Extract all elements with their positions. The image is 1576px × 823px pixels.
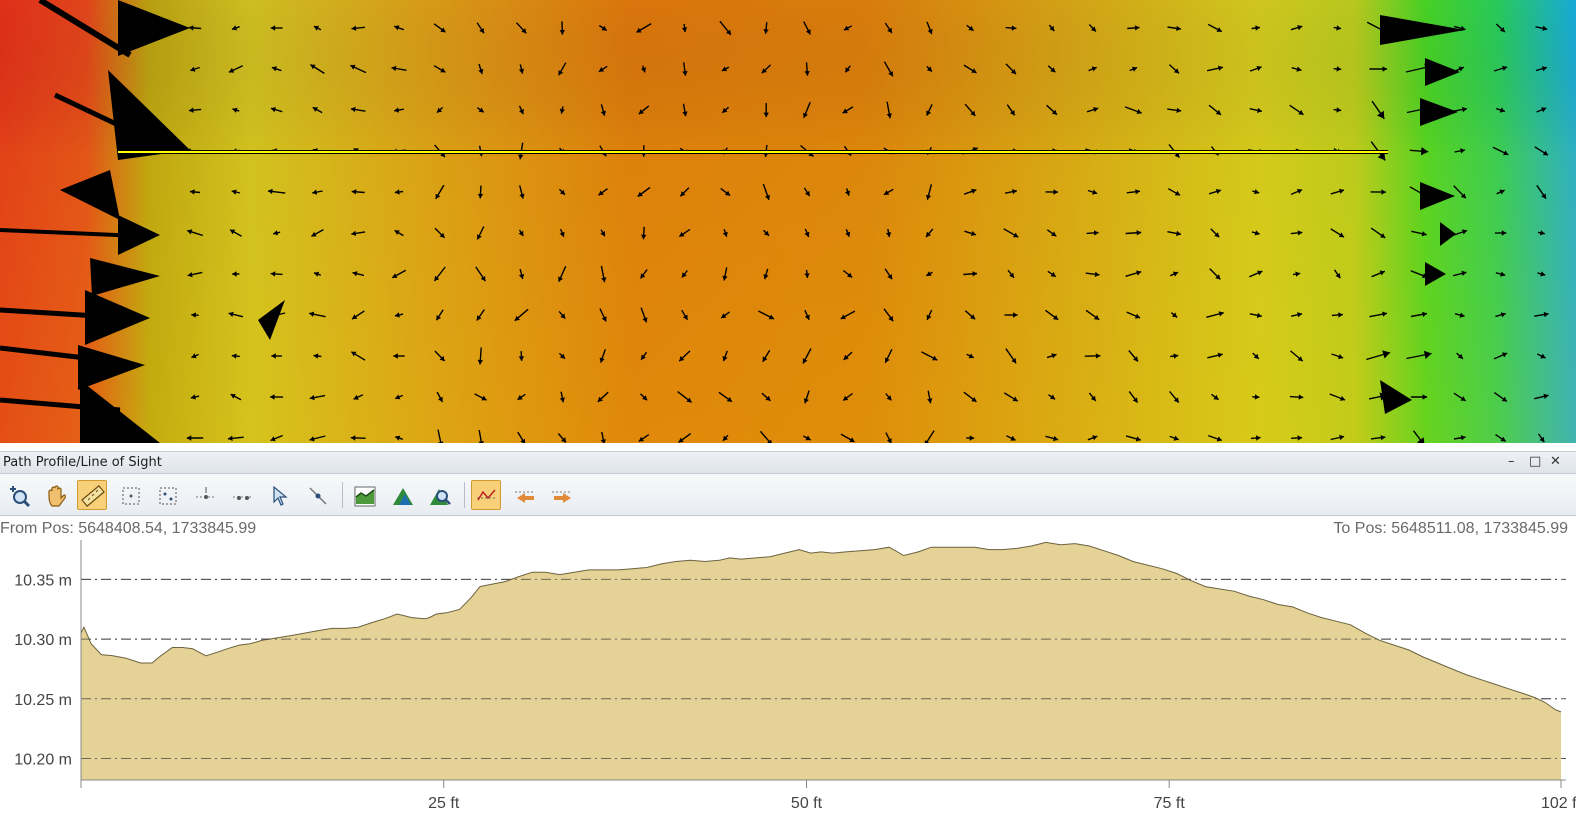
- select-rect-icon: [119, 484, 143, 508]
- profile-fill: [81, 542, 1561, 780]
- line-of-sight-icon: [428, 484, 452, 508]
- position-bar: From Pos: 5648408.54, 1733845.99 To Pos:…: [0, 516, 1576, 540]
- profile-graph-button[interactable]: [349, 480, 379, 510]
- pan-hand-icon: [44, 484, 68, 508]
- pan-button[interactable]: [40, 480, 70, 510]
- map-view[interactable]: [0, 0, 1576, 443]
- zoom-button[interactable]: [3, 480, 33, 510]
- profile-plot: 10.35 m 10.30 m 10.25 m 10.20 m 25 ft 50 ft 7…: [0, 540, 1576, 819]
- toolbar-separator: [464, 482, 465, 508]
- elevation-profile-chart[interactable]: 10.35 m 10.30 m 10.25 m 10.20 m 25 ft 50 ft 7…: [0, 540, 1576, 819]
- y-tick-label: 10.25 m: [14, 692, 72, 709]
- from-position: From Pos: 5648408.54, 1733845.99: [0, 520, 256, 538]
- remove-point-icon: [231, 484, 255, 508]
- profile-graph-icon: [353, 484, 377, 508]
- add-point-icon: [194, 484, 218, 508]
- y-tick-label: 10.30 m: [14, 632, 72, 649]
- profile-settings-button[interactable]: [471, 480, 501, 510]
- x-tick-label: 75 ft: [1154, 795, 1186, 812]
- y-tick-label: 10.20 m: [14, 752, 72, 769]
- pointer-select-button[interactable]: [265, 480, 295, 510]
- minimize-icon[interactable]: –: [1508, 454, 1515, 470]
- map-canvas[interactable]: [0, 0, 1576, 443]
- reverse-left-icon: [513, 484, 537, 508]
- x-tick-labels: 25 ft 50 ft 75 ft 102 ft: [428, 795, 1576, 812]
- elevation-shading: [0, 0, 1576, 443]
- toolbar-separator: [342, 482, 343, 508]
- close-icon[interactable]: ✕: [1550, 454, 1561, 470]
- y-tick-label: 10.35 m: [14, 572, 72, 589]
- x-tick-label: 25 ft: [428, 795, 460, 812]
- measure-ruler-icon: [81, 484, 105, 508]
- x-tick-label: 102 ft: [1541, 795, 1576, 812]
- line-of-sight-button[interactable]: [424, 480, 454, 510]
- maximize-icon[interactable]: □: [1529, 454, 1541, 470]
- to-position: To Pos: 5648511.08, 1733845.99: [1333, 520, 1568, 538]
- terrain-icon: [391, 484, 415, 508]
- reverse-left-button[interactable]: [509, 480, 539, 510]
- select-points-button[interactable]: [152, 480, 182, 510]
- x-tick-label: 50 ft: [791, 795, 823, 812]
- reverse-right-icon: [550, 484, 574, 508]
- delete-vertex-icon: [306, 484, 330, 508]
- profile-settings-icon: [475, 484, 499, 508]
- add-point-button[interactable]: [190, 480, 220, 510]
- y-tick-labels: 10.35 m 10.30 m 10.25 m 10.20 m: [14, 572, 72, 768]
- reverse-right-button[interactable]: [546, 480, 576, 510]
- pointer-select-icon: [269, 484, 293, 508]
- measure-button[interactable]: [77, 480, 107, 510]
- remove-point-button[interactable]: [227, 480, 257, 510]
- terrain-button[interactable]: [387, 480, 417, 510]
- delete-vertex-button[interactable]: [302, 480, 332, 510]
- select-points-icon: [156, 484, 180, 508]
- profile-area: [81, 542, 1561, 780]
- profile-toolbar: [0, 474, 1576, 516]
- select-rect-button[interactable]: [115, 480, 145, 510]
- zoom-icon: [7, 484, 31, 508]
- panel-title: Path Profile/Line of Sight: [3, 455, 162, 470]
- panel-title-bar: Path Profile/Line of Sight – □ ✕: [0, 451, 1576, 474]
